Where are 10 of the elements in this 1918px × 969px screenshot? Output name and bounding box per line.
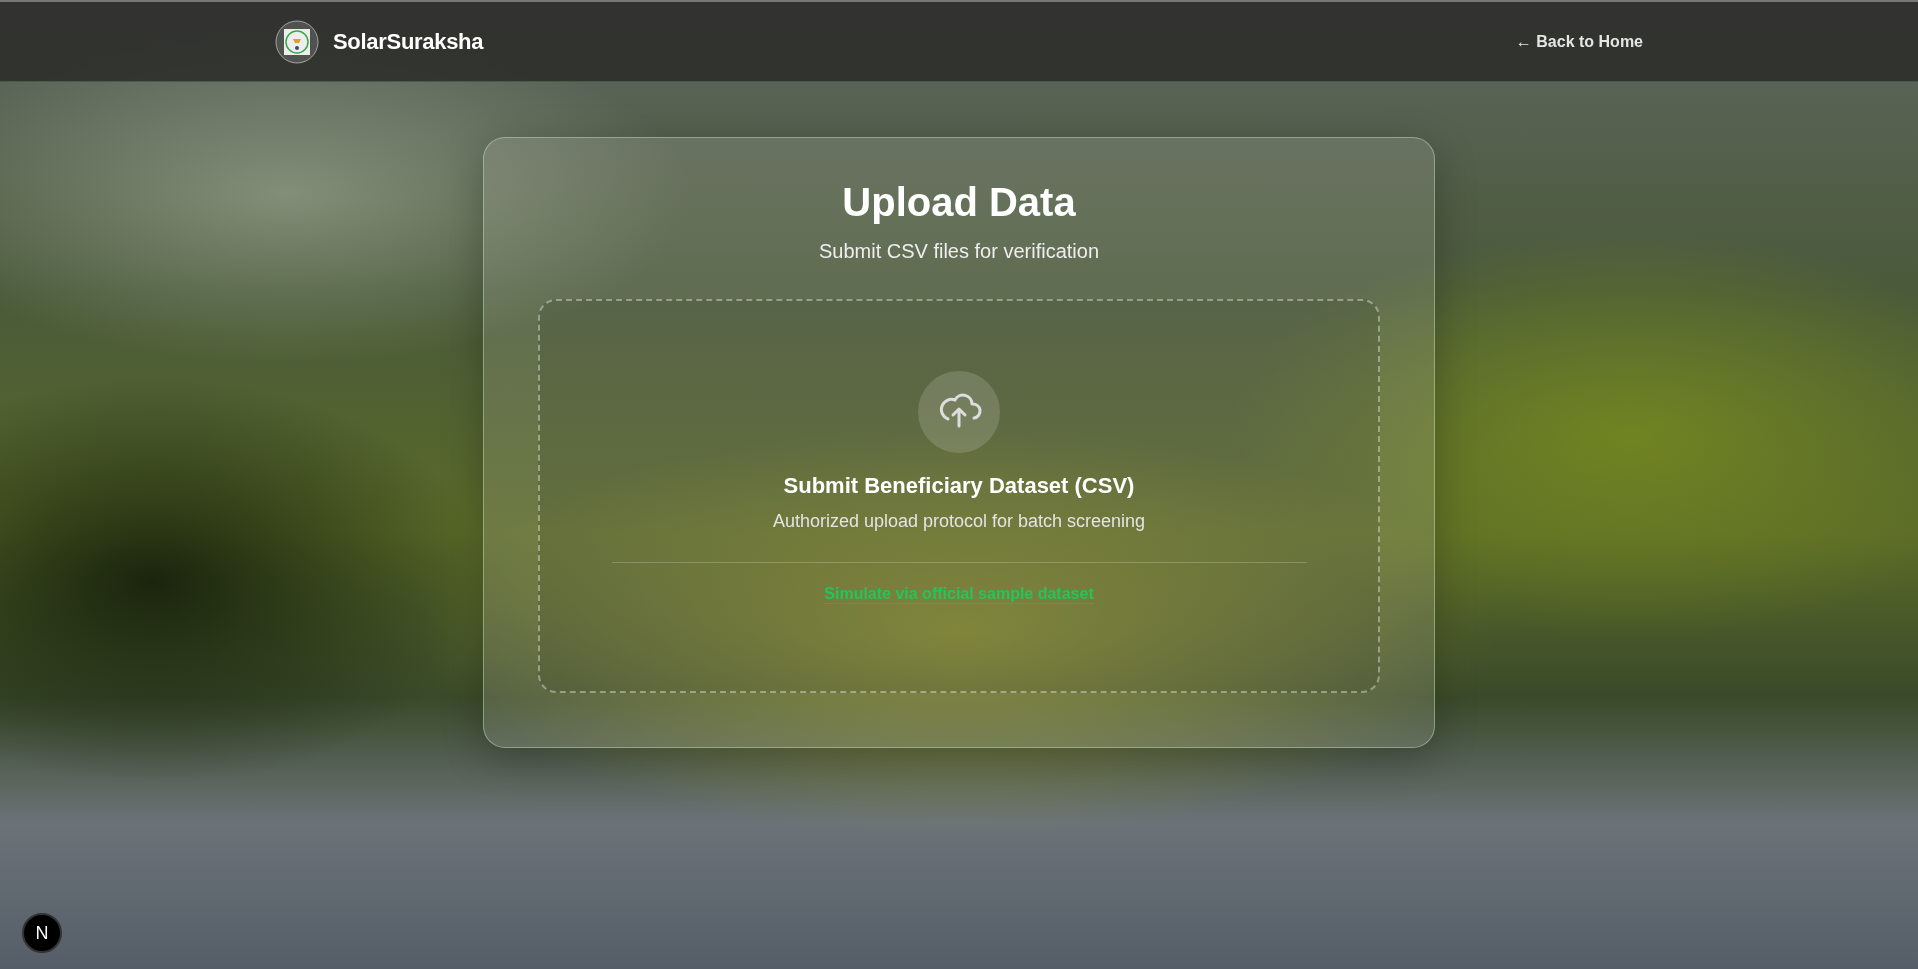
dev-tools-button[interactable]: N <box>22 913 62 953</box>
page-subtitle: Submit CSV files for verification <box>818 240 1100 263</box>
back-to-home-link[interactable]: ← Back to Home <box>1515 32 1643 51</box>
logo-icon <box>275 19 319 64</box>
cloud-upload-icon <box>918 371 1000 453</box>
page-title: Upload Data <box>842 180 1076 224</box>
brand-name: SolarSuraksha <box>333 28 484 55</box>
file-dropzone[interactable]: Submit Beneficiary Dataset (CSV) Authorized upload protocol for batch screening Simulate via official sample dataset <box>538 299 1380 693</box>
dropzone-heading: Submit Beneficiary Dataset (CSV) <box>783 473 1135 499</box>
dropzone-description: Authorized upload protocol for batch screening <box>772 511 1146 532</box>
